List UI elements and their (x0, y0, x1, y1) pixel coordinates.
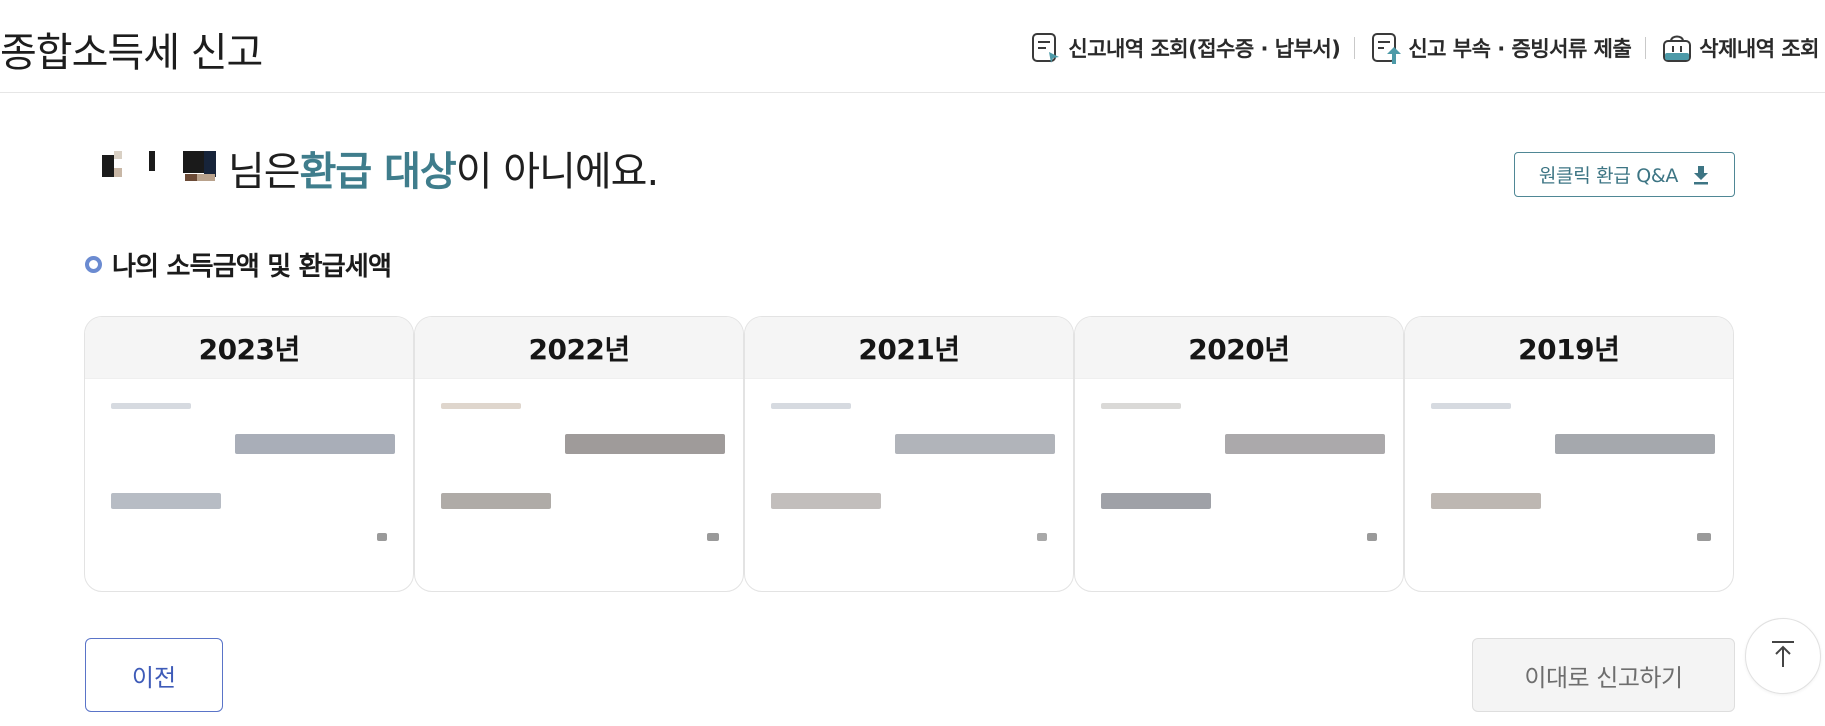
year-label: 2023년 (85, 317, 414, 379)
document-upload-icon (1369, 30, 1403, 66)
income-section-title: 나의 소득금액 및 환급세액 (85, 246, 392, 283)
heading-text-prefix: 님은 (228, 149, 301, 195)
masked-amounts (1075, 379, 1403, 591)
refund-status-accent: 환급 대상 (299, 149, 457, 195)
one-click-refund-qa-button[interactable]: 원클릭 환급 Q&A (1514, 152, 1735, 197)
trash-basket-icon (1660, 30, 1694, 66)
year-card-2020[interactable]: 2020년 (1073, 316, 1405, 592)
year-label: 2020년 (1074, 317, 1404, 379)
filing-history-link[interactable]: 신고내역 조회(접수증 · 납부서) (1029, 30, 1341, 66)
divider (1354, 37, 1356, 59)
year-card-2019[interactable]: 2019년 (1403, 316, 1734, 592)
circle-bullet-icon (85, 256, 102, 273)
masked-user-name (100, 148, 224, 188)
divider (1645, 37, 1647, 59)
arrow-up-to-top-icon (1769, 639, 1797, 673)
year-cards: 2023년 2022년 2021년 2020년 2019년 (84, 316, 1736, 592)
masked-amounts (415, 379, 743, 591)
year-card-2022[interactable]: 2022년 (413, 316, 745, 592)
deleted-history-label: 삭제내역 조회 (1699, 37, 1819, 61)
prev-button[interactable]: 이전 (85, 638, 223, 712)
submit-documents-label: 신고 부속 · 증빙서류 제출 (1408, 37, 1632, 61)
qa-button-label: 원클릭 환급 Q&A (1538, 165, 1679, 187)
document-view-icon (1029, 30, 1063, 66)
file-as-is-button[interactable]: 이대로 신고하기 (1472, 638, 1735, 712)
page-title: 종합소득세 신고 (0, 30, 263, 76)
masked-amounts (1405, 379, 1733, 591)
submit-documents-link[interactable]: 신고 부속 · 증빙서류 제출 (1369, 30, 1632, 66)
filing-history-label: 신고내역 조회(접수증 · 납부서) (1068, 37, 1341, 61)
year-label: 2019년 (1404, 317, 1733, 379)
year-card-2021[interactable]: 2021년 (743, 316, 1075, 592)
page-header: 종합소득세 신고 신고내역 조회(접수증 · 납부서) 신고 부속 · 증빙서류… (0, 0, 1825, 93)
header-links: 신고내역 조회(접수증 · 납부서) 신고 부속 · 증빙서류 제출 삭제내역 … (1029, 30, 1819, 66)
year-card-2023[interactable]: 2023년 (84, 316, 415, 592)
download-icon (1692, 165, 1710, 185)
scroll-to-top-button[interactable] (1745, 618, 1821, 694)
year-label: 2021년 (744, 317, 1074, 379)
masked-amounts (85, 379, 413, 591)
section-title-text: 나의 소득금액 및 환급세액 (112, 252, 392, 282)
masked-amounts (745, 379, 1073, 591)
year-label: 2022년 (414, 317, 744, 379)
deleted-history-link[interactable]: 삭제내역 조회 (1660, 30, 1819, 66)
refund-result-heading: 님은 환급 대상 이 아니에요. (100, 138, 659, 198)
heading-text-suffix: 이 아니에요. (455, 149, 659, 195)
